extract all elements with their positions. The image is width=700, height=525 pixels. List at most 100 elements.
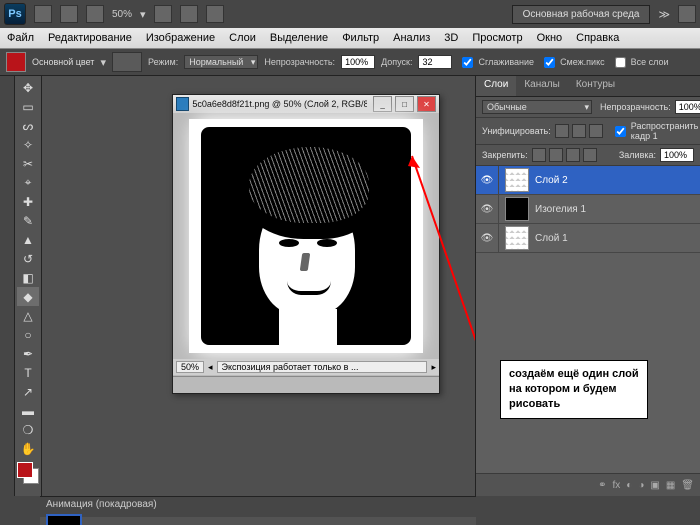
marquee-tool[interactable]: ▭ bbox=[17, 97, 39, 116]
arrange-icon[interactable] bbox=[86, 5, 104, 23]
menu-file[interactable]: Файл bbox=[0, 32, 41, 44]
all-layers-checkbox[interactable]: Все слои bbox=[611, 54, 669, 71]
layer-thumb[interactable] bbox=[505, 168, 529, 192]
type-tool[interactable]: T bbox=[17, 363, 39, 382]
animation-title[interactable]: Анимация (покадровая) bbox=[40, 497, 476, 517]
fx-icon[interactable]: fx bbox=[613, 480, 621, 491]
menu-image[interactable]: Изображение bbox=[139, 32, 222, 44]
rotate-icon[interactable] bbox=[206, 5, 224, 23]
layer-row[interactable]: 👁 Слой 2 bbox=[476, 166, 700, 195]
menu-select[interactable]: Выделение bbox=[263, 32, 335, 44]
menu-3d[interactable]: 3D bbox=[437, 32, 465, 44]
tab-paths[interactable]: Контуры bbox=[568, 76, 623, 96]
bucket-tool[interactable]: ◆ bbox=[17, 287, 39, 306]
h-scrollbar[interactable] bbox=[173, 376, 439, 393]
minimize-button[interactable]: _ bbox=[373, 96, 392, 112]
lock-icons[interactable] bbox=[532, 148, 597, 162]
history-brush-tool[interactable]: ↺ bbox=[17, 249, 39, 268]
chevron-right-icon[interactable]: ≫ bbox=[658, 8, 670, 21]
menu-filter[interactable]: Фильтр bbox=[335, 32, 386, 44]
opacity-input[interactable]: 100% bbox=[341, 55, 375, 69]
animation-frame[interactable]: 0 сек. bbox=[46, 514, 82, 525]
maximize-button[interactable]: □ bbox=[395, 96, 414, 112]
menu-view[interactable]: Просмотр bbox=[465, 32, 529, 44]
layer-row[interactable]: 👁 Изогелия 1 bbox=[476, 195, 700, 224]
mode-label: Режим: bbox=[148, 57, 178, 67]
fill-input[interactable]: 100% bbox=[660, 148, 694, 162]
eyedropper-tool[interactable]: ⌖ bbox=[17, 173, 39, 192]
bucket-tool-icon[interactable] bbox=[6, 52, 26, 72]
new-layer-icon[interactable]: ▦ bbox=[666, 480, 675, 491]
opt-preset-icon[interactable] bbox=[112, 52, 142, 72]
blend-mode-dropdown[interactable]: Обычные bbox=[482, 100, 592, 114]
document-canvas[interactable] bbox=[189, 119, 423, 353]
zoom-level[interactable]: 50% bbox=[112, 9, 132, 20]
mask-icon[interactable]: ◐ bbox=[626, 480, 632, 491]
doc-zoom[interactable]: 50% bbox=[176, 361, 204, 373]
scroll-right-icon[interactable]: ▸ bbox=[431, 362, 436, 373]
blur-tool[interactable]: △ bbox=[17, 306, 39, 325]
menu-analysis[interactable]: Анализ bbox=[386, 32, 437, 44]
3d-tool[interactable]: ❍ bbox=[17, 420, 39, 439]
menu-edit[interactable]: Редактирование bbox=[41, 32, 139, 44]
pen-tool[interactable]: ✒ bbox=[17, 344, 39, 363]
propagate-checkbox[interactable]: Распространить кадр 1 bbox=[611, 121, 699, 141]
document-title: 5c0a6e8d8f21t.png @ 50% (Слой 2, RGB/8) … bbox=[192, 99, 367, 109]
tab-layers[interactable]: Слои bbox=[476, 76, 516, 96]
panel-tabs: Слои Каналы Контуры bbox=[476, 76, 700, 97]
lasso-tool[interactable]: ᔕ bbox=[17, 116, 39, 135]
layer-name[interactable]: Слой 2 bbox=[535, 175, 568, 186]
zoom-icon[interactable] bbox=[180, 5, 198, 23]
layer-name[interactable]: Изогелия 1 bbox=[535, 204, 586, 215]
collapsed-panel-strip[interactable] bbox=[0, 76, 15, 496]
blend-mode-select[interactable]: Нормальный bbox=[184, 55, 258, 69]
crop-tool[interactable]: ✂ bbox=[17, 154, 39, 173]
layer-thumb[interactable] bbox=[505, 226, 529, 250]
wand-tool[interactable]: ✧ bbox=[17, 135, 39, 154]
tolerance-input[interactable]: 32 bbox=[418, 55, 452, 69]
shape-tool[interactable]: ▬ bbox=[17, 401, 39, 420]
contiguous-checkbox[interactable]: Смеж.пикс bbox=[540, 54, 605, 71]
tab-channels[interactable]: Каналы bbox=[516, 76, 568, 96]
visibility-icon[interactable]: 👁 bbox=[476, 224, 499, 252]
menu-help[interactable]: Справка bbox=[569, 32, 626, 44]
close-button[interactable]: ✕ bbox=[417, 96, 436, 112]
menubar: Файл Редактирование Изображение Слои Выд… bbox=[0, 28, 700, 49]
layer-name[interactable]: Слой 1 bbox=[535, 233, 568, 244]
canvas-area: 5c0a6e8d8f21t.png @ 50% (Слой 2, RGB/8) … bbox=[42, 76, 475, 496]
visibility-icon[interactable]: 👁 bbox=[476, 195, 499, 223]
antialias-checkbox[interactable]: Сглаживание bbox=[458, 54, 534, 71]
layer-list: 👁 Слой 2 👁 Изогелия 1 👁 Слой 1 bbox=[476, 166, 700, 473]
stamp-tool[interactable]: ▲ bbox=[17, 230, 39, 249]
history-icon[interactable] bbox=[60, 5, 78, 23]
tolerance-label: Допуск: bbox=[381, 57, 412, 67]
menu-layer[interactable]: Слои bbox=[222, 32, 263, 44]
hand-tool[interactable]: ✋ bbox=[17, 439, 39, 458]
workspace-switcher[interactable]: Основная рабочая среда bbox=[512, 5, 651, 24]
layer-opacity-input[interactable]: 100% bbox=[675, 100, 700, 114]
doc-status-text[interactable]: Экспозиция работает только в ... bbox=[217, 361, 428, 373]
color-swatches[interactable] bbox=[17, 462, 39, 484]
fg-color-label: Основной цвет bbox=[32, 57, 94, 67]
scroll-left-icon[interactable]: ◂ bbox=[208, 362, 213, 373]
group-icon[interactable]: ▣ bbox=[650, 480, 659, 491]
fill-label: Заливка: bbox=[619, 150, 656, 160]
move-tool[interactable]: ✥ bbox=[17, 78, 39, 97]
layer-thumb[interactable] bbox=[505, 197, 529, 221]
layer-row[interactable]: 👁 Слой 1 bbox=[476, 224, 700, 253]
eraser-tool[interactable]: ◧ bbox=[17, 268, 39, 287]
brush-tool[interactable]: ✎ bbox=[17, 211, 39, 230]
document-titlebar[interactable]: 5c0a6e8d8f21t.png @ 50% (Слой 2, RGB/8) … bbox=[173, 95, 439, 113]
bridge-icon[interactable] bbox=[34, 5, 52, 23]
trash-icon[interactable]: 🗑 bbox=[681, 480, 694, 491]
link-icon[interactable]: ⚭ bbox=[598, 480, 606, 491]
visibility-icon[interactable]: 👁 bbox=[476, 166, 499, 194]
thumb-icon[interactable] bbox=[678, 5, 696, 23]
adjustment-icon[interactable]: ◑ bbox=[638, 480, 644, 491]
heal-tool[interactable]: ✚ bbox=[17, 192, 39, 211]
dodge-tool[interactable]: ○ bbox=[17, 325, 39, 344]
hand-icon[interactable] bbox=[154, 5, 172, 23]
unify-icons[interactable] bbox=[555, 124, 603, 138]
path-tool[interactable]: ↗ bbox=[17, 382, 39, 401]
menu-window[interactable]: Окно bbox=[530, 32, 570, 44]
